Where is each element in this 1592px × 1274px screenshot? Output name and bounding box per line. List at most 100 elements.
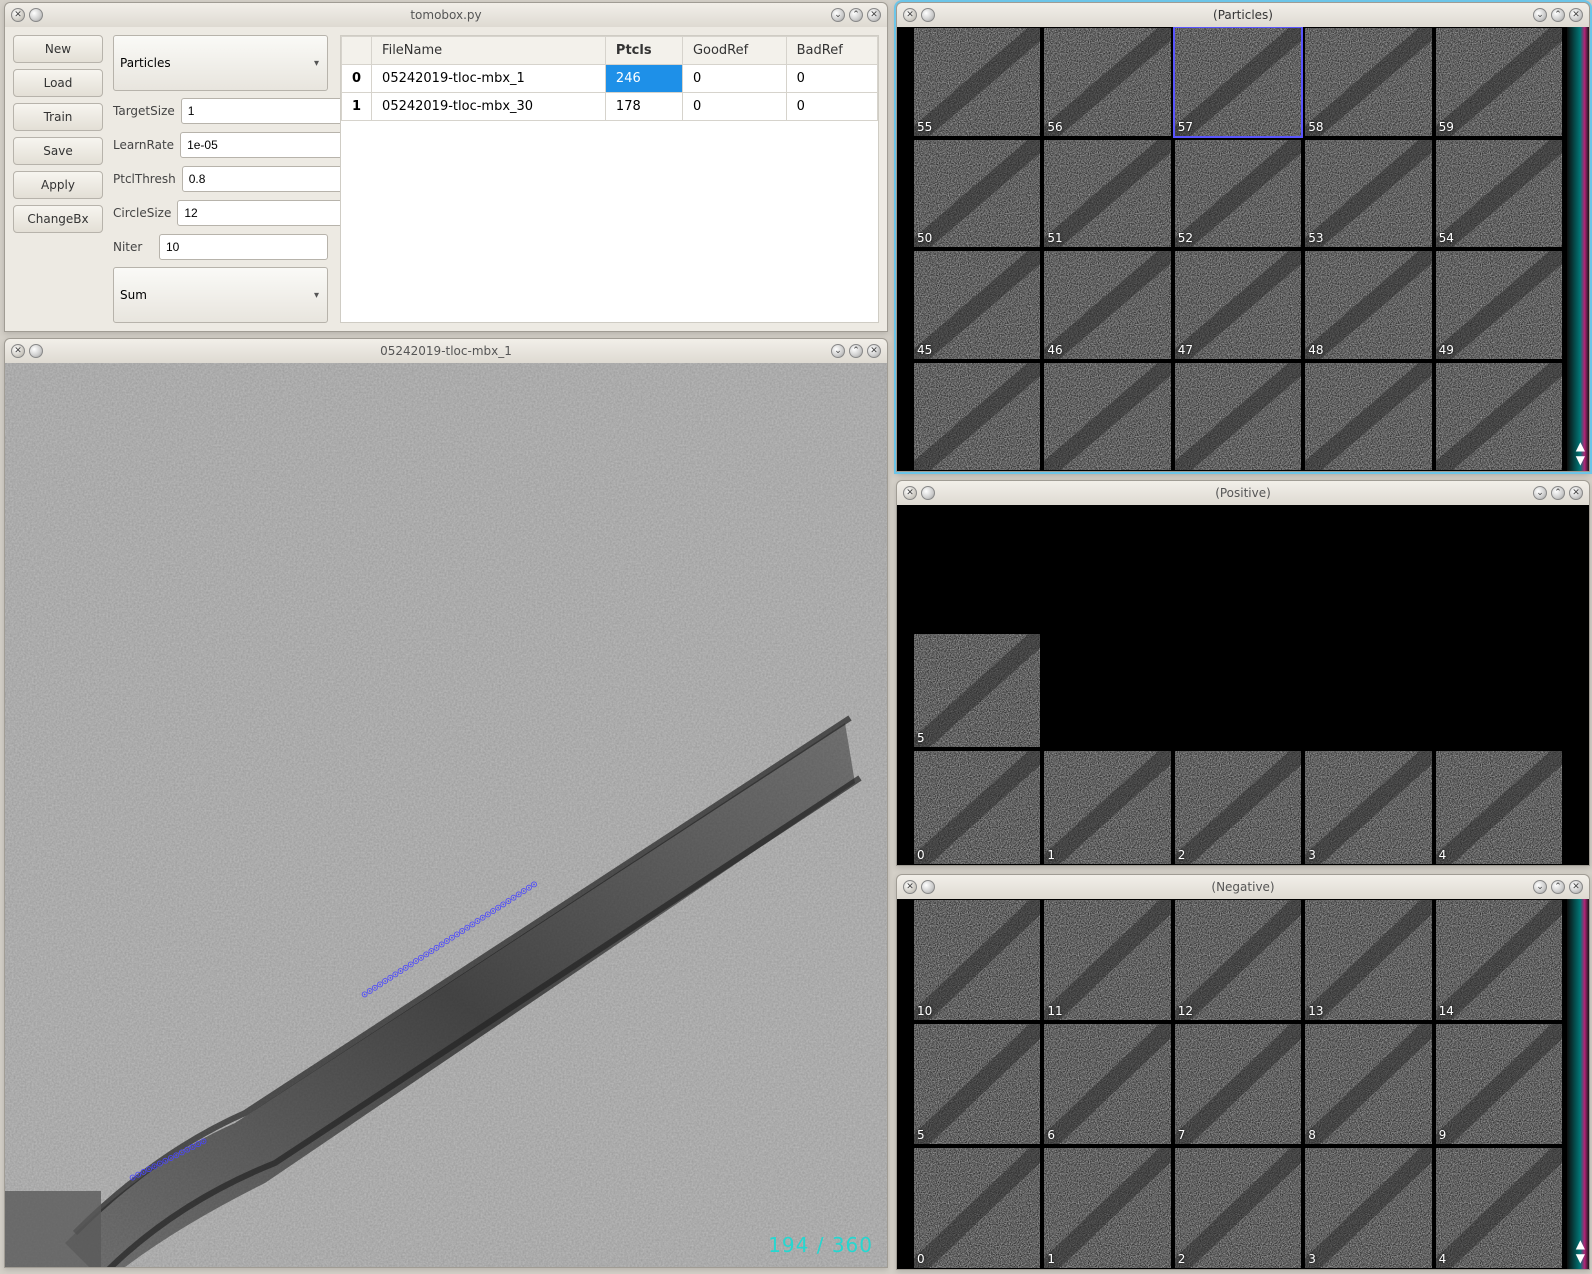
particles-grid[interactable]: 5556575859 5051525354 4546474849 xyxy=(913,27,1563,471)
niter-input[interactable] xyxy=(159,234,328,260)
table-row[interactable]: 1 05242019-tloc-mbx_30 178 00 xyxy=(342,93,878,121)
particle-tile[interactable]: 3 xyxy=(1304,1147,1432,1269)
close-icon[interactable]: ✕ xyxy=(1569,8,1583,22)
train-button[interactable]: Train xyxy=(13,103,103,131)
col-rownum[interactable] xyxy=(342,37,372,65)
col-badref[interactable]: BadRef xyxy=(786,37,877,65)
particle-tile[interactable]: 2 xyxy=(1174,750,1302,865)
minimize-icon[interactable]: ⌄ xyxy=(1533,880,1547,894)
particle-tile[interactable]: 2 xyxy=(1174,1147,1302,1269)
particle-tile[interactable] xyxy=(1435,362,1563,472)
negative-titlebar[interactable]: ✕ (Negative) ⌄ ⌃ ✕ xyxy=(897,875,1589,899)
window-menu-icon[interactable] xyxy=(921,486,935,500)
image-canvas[interactable]: ⊙⊙⊙⊙⊙⊙⊙⊙⊙⊙⊙⊙⊙⊙⊙⊙⊙⊙⊙⊙⊙⊙⊙⊙⊙⊙⊙⊙⊙⊙⊙⊙⊙⊙ ⊙⊙⊙⊙⊙… xyxy=(5,363,887,1267)
scroll-arrows-icon[interactable]: ▲▼ xyxy=(1576,1237,1585,1265)
col-filename[interactable]: FileName xyxy=(372,37,606,65)
particle-tile[interactable]: 49 xyxy=(1435,250,1563,360)
particle-tile[interactable]: 13 xyxy=(1304,899,1432,1021)
particle-tile[interactable]: 46 xyxy=(1043,250,1171,360)
particle-tile[interactable] xyxy=(1174,362,1302,472)
particle-tile[interactable]: 58 xyxy=(1304,27,1432,137)
close-icon[interactable]: ✕ xyxy=(867,8,881,22)
ptclthresh-input[interactable] xyxy=(182,166,351,192)
close-icon[interactable]: ✕ xyxy=(903,8,917,22)
particle-tile[interactable]: 0 xyxy=(913,1147,1041,1269)
particle-tile[interactable]: 8 xyxy=(1304,1023,1432,1145)
particle-tile[interactable]: 3 xyxy=(1304,750,1432,865)
particle-tile[interactable]: 14 xyxy=(1435,899,1563,1021)
image-titlebar[interactable]: ✕ 05242019-tloc-mbx_1 ⌄ ⌃ ✕ xyxy=(5,339,887,363)
targetsize-input[interactable] xyxy=(181,98,350,124)
apply-button[interactable]: Apply xyxy=(13,171,103,199)
particle-tile[interactable]: 59 xyxy=(1435,27,1563,137)
close-icon[interactable]: ✕ xyxy=(1569,486,1583,500)
particle-tile[interactable]: 53 xyxy=(1304,139,1432,249)
particle-tile[interactable]: 51 xyxy=(1043,139,1171,249)
particle-tile[interactable]: 55 xyxy=(913,27,1041,137)
negative-grid[interactable]: 10111213145678901234 xyxy=(913,899,1563,1269)
particle-tile[interactable]: 45 xyxy=(913,250,1041,360)
scroll-arrows-icon[interactable]: ▲▼ xyxy=(1576,439,1585,467)
maximize-icon[interactable]: ⌃ xyxy=(1551,8,1565,22)
window-menu-icon[interactable] xyxy=(921,8,935,22)
particle-tile[interactable]: 1 xyxy=(1043,750,1171,865)
close-icon[interactable]: ✕ xyxy=(903,486,917,500)
positive-titlebar[interactable]: ✕ (Positive) ⌄ ⌃ ✕ xyxy=(897,481,1589,505)
table-row[interactable]: 0 05242019-tloc-mbx_1 246 00 xyxy=(342,65,878,93)
sum-select[interactable]: Sum xyxy=(113,267,328,323)
mode-select[interactable]: Particles xyxy=(113,35,328,91)
window-menu-icon[interactable] xyxy=(29,344,43,358)
maximize-icon[interactable]: ⌃ xyxy=(1551,880,1565,894)
scrollbar[interactable] xyxy=(1567,899,1589,1269)
scrollbar[interactable] xyxy=(1567,27,1589,471)
minimize-icon[interactable]: ⌄ xyxy=(1533,8,1547,22)
minimize-icon[interactable]: ⌄ xyxy=(831,344,845,358)
particle-tile[interactable]: 57 xyxy=(1174,27,1302,137)
maximize-icon[interactable]: ⌃ xyxy=(1551,486,1565,500)
particle-tile[interactable]: 54 xyxy=(1435,139,1563,249)
save-button[interactable]: Save xyxy=(13,137,103,165)
maximize-icon[interactable]: ⌃ xyxy=(849,8,863,22)
particle-tile[interactable]: 4 xyxy=(1435,1147,1563,1269)
circlesize-input[interactable] xyxy=(177,200,346,226)
particle-tile[interactable]: 6 xyxy=(1043,1023,1171,1145)
close-icon[interactable]: ✕ xyxy=(11,344,25,358)
learnrate-input[interactable] xyxy=(180,132,349,158)
minimize-icon[interactable]: ⌄ xyxy=(831,8,845,22)
new-button[interactable]: New xyxy=(13,35,103,63)
particle-tile[interactable]: 5 xyxy=(913,633,1041,748)
changebx-button[interactable]: ChangeBx xyxy=(13,205,103,233)
particle-tile[interactable]: 4 xyxy=(1435,750,1563,865)
close-icon[interactable]: ✕ xyxy=(903,880,917,894)
particle-tile[interactable]: 1 xyxy=(1043,1147,1171,1269)
close-icon[interactable]: ✕ xyxy=(1569,880,1583,894)
particle-tile[interactable]: 48 xyxy=(1304,250,1432,360)
particle-tile[interactable] xyxy=(1304,362,1432,472)
particle-tile[interactable]: 47 xyxy=(1174,250,1302,360)
minimize-icon[interactable]: ⌄ xyxy=(1533,486,1547,500)
file-table[interactable]: FileName Ptcls GoodRef BadRef 0 05242019… xyxy=(340,35,879,323)
particle-tile[interactable]: 9 xyxy=(1435,1023,1563,1145)
load-button[interactable]: Load xyxy=(13,69,103,97)
maximize-icon[interactable]: ⌃ xyxy=(849,344,863,358)
particles-titlebar[interactable]: ✕ (Particles) ⌄ ⌃ ✕ xyxy=(897,3,1589,27)
particle-tile[interactable]: 11 xyxy=(1043,899,1171,1021)
particle-tile[interactable] xyxy=(1043,362,1171,472)
particle-tile[interactable]: 56 xyxy=(1043,27,1171,137)
particle-tile[interactable]: 7 xyxy=(1174,1023,1302,1145)
col-ptcls[interactable]: Ptcls xyxy=(605,37,682,65)
particle-tile[interactable]: 50 xyxy=(913,139,1041,249)
close-icon[interactable]: ✕ xyxy=(867,344,881,358)
particle-tile[interactable]: 10 xyxy=(913,899,1041,1021)
close-icon[interactable]: ✕ xyxy=(11,8,25,22)
window-menu-icon[interactable] xyxy=(29,8,43,22)
window-menu-icon[interactable] xyxy=(921,880,935,894)
positive-grid[interactable]: 501234 xyxy=(913,633,1563,865)
particle-tile[interactable] xyxy=(913,362,1041,472)
particle-tile[interactable]: 0 xyxy=(913,750,1041,865)
col-goodref[interactable]: GoodRef xyxy=(682,37,786,65)
particle-tile[interactable]: 12 xyxy=(1174,899,1302,1021)
particle-tile[interactable]: 5 xyxy=(913,1023,1041,1145)
main-titlebar[interactable]: ✕ tomobox.py ⌄ ⌃ ✕ xyxy=(5,3,887,27)
particle-tile[interactable]: 52 xyxy=(1174,139,1302,249)
